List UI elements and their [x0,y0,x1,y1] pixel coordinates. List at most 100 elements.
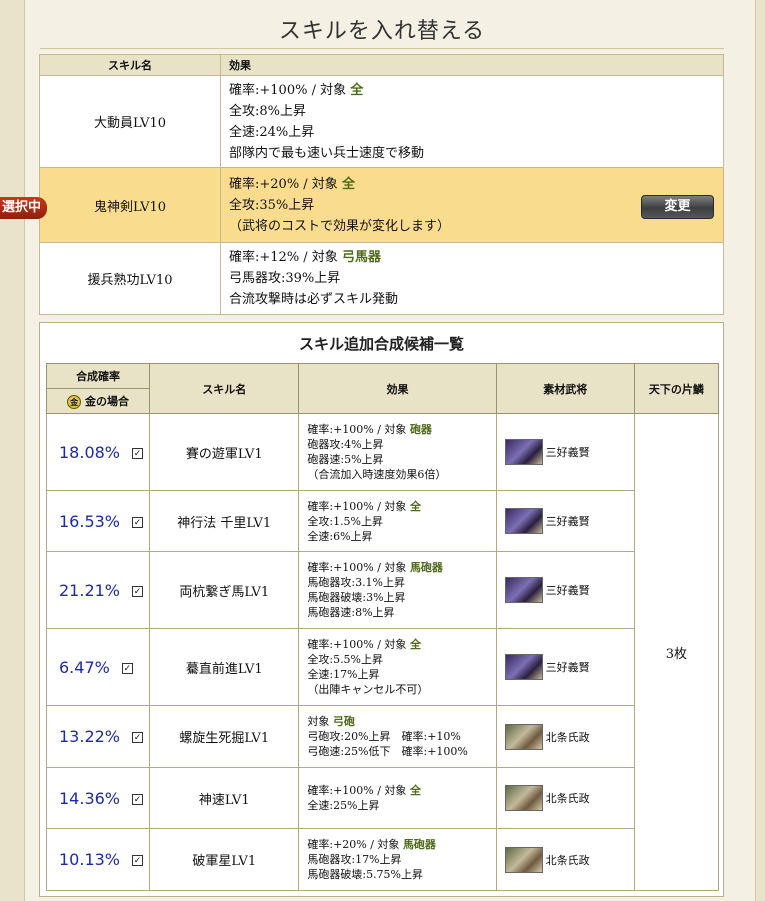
effect-line: （武将のコストで効果が変化します） [229,218,451,234]
checkbox[interactable]: ✓ [132,516,144,528]
general-portrait [504,846,543,873]
effect-prob: 確率:+100% / 対象 [307,784,407,797]
material-general[interactable]: 三好義賢 [495,628,635,706]
effect-line: 全速:17%上昇 [307,668,380,681]
effect-line: （合流加入時速度効果6倍） [307,468,447,481]
effect-line: 部隊内で最も速い兵士速度で移動 [229,145,425,161]
general-name: 北条氏政 [545,792,590,805]
effect-line: 全攻:1.5%上昇 [307,514,384,528]
candidates-panel: スキル追加合成候補一覧 合成確率 スキル名 効果 素材武将 天下の片鱗 金 金の… [39,322,724,897]
effect-line: 弓馬器攻:39%上昇 [229,271,341,286]
rate-value: 13.22% [59,727,121,746]
effect-line: 全速:25%上昇 [307,799,380,812]
general-portrait [504,577,543,603]
change-button[interactable]: 変更 [641,195,714,219]
candidates-header: 合成確率 スキル名 効果 素材武将 天下の片鱗 [45,363,720,414]
material-general[interactable]: 三好義賢 [495,490,635,552]
material-general[interactable]: 三好義賢 [495,551,635,629]
skill-effect: 確率:+100% / 対象 全 全攻:8%上昇 全速:24%上昇 部隊内で最も速… [220,75,724,168]
rate-value: 6.47% [59,657,110,677]
header-skill-name: スキル名 [149,363,300,414]
header-rate: 合成確率 [45,363,151,389]
effect-target: 砲器 [409,423,432,436]
effect-prob: 確率:+100% / 対象 [307,423,407,436]
effect-line: 砲器攻:4%上昇 [307,438,384,451]
gold-icon: 金 [67,395,82,409]
checkbox[interactable]: ✓ [132,732,144,743]
candidate-row[interactable]: 16.53% ✓ 神行法 千里LV1 確率:+100% / 対象 全 全攻:1.5… [45,490,719,552]
candidate-row[interactable]: 6.47% ✓ 驀直前進LV1 確率:+100% / 対象 全 全攻:5.5%上昇… [45,628,719,706]
header-gold-case: 金 金の場合 [45,388,151,414]
effect-line: 弓砲速:25%低下 確率:+100% [307,745,468,758]
rate-cell: 10.13% ✓ [45,828,151,891]
candidate-row[interactable]: 18.08% ✓ 賽の遊軍LV1 確率:+100% / 対象 砲器 砲器攻:4%上… [45,413,720,891]
general-name: 北条氏政 [545,853,590,867]
effect-target: 全 [409,638,421,651]
effect-line: 全攻:5.5%上昇 [307,653,384,666]
skill-row[interactable]: 大動員LV10 確率:+100% / 対象 全 全攻:8%上昇 全速:24%上昇… [39,75,724,168]
skill-row-selected[interactable]: 鬼神剣LV10 確率:+20% / 対象 全 全攻:35%上昇 （武将のコストで… [39,167,724,243]
effect-target: 全 [409,499,421,513]
skill-name: 大動員LV10 [39,75,221,168]
rate-value: 18.08% [59,442,121,462]
candidate-effect: 確率:+20% / 対象 馬砲器 馬砲器攻:17%上昇 馬砲器破壊:5.75%上… [298,828,497,891]
effect-target: 馬砲器 [409,561,443,574]
header-pieces: 天下の片鱗 [633,363,720,414]
general-name: 三好義賢 [545,584,590,597]
effect-prob: 対象 [307,715,330,728]
effect-line: 全速:6%上昇 [307,529,373,543]
effect-line: 砲器速:5%上昇 [307,453,384,466]
effect-target: 全 [409,784,421,797]
material-general[interactable]: 北条氏政 [495,705,635,768]
checkbox[interactable]: ✓ [132,793,144,805]
general-portrait [504,654,543,680]
general-name: 三好義賢 [545,661,590,674]
skill-row[interactable]: 援兵熟功LV10 確率:+12% / 対象 弓馬器 弓馬器攻:39%上昇 合流攻… [39,242,724,315]
candidate-effect: 対象 弓砲 弓砲攻:20%上昇 確率:+10% 弓砲速:25%低下 確率:+10… [298,705,497,768]
effect-target: 馬砲器 [402,838,436,851]
rate-value: 16.53% [59,511,121,531]
effect-target: 全 [350,82,364,98]
material-general[interactable]: 北条氏政 [495,767,635,829]
candidate-row[interactable]: 14.36% ✓ 神速LV1 確率:+100% / 対象 全 全速:25%上昇 北… [45,767,719,829]
checkbox[interactable]: ✓ [132,585,144,597]
effect-line: 馬砲器破壊:3%上昇 [307,591,406,604]
skill-name: 援兵熟功LV10 [39,242,221,315]
effect-line: 馬砲器攻:3.1%上昇 [307,576,406,589]
rate-value: 14.36% [59,788,121,808]
header-effect: 効果 [220,54,724,76]
candidate-row[interactable]: 10.13% ✓ 破軍星LV1 確率:+20% / 対象 馬砲器 馬砲器攻:17%… [45,828,719,891]
checkbox[interactable]: ✓ [132,855,144,866]
skill-name: 鬼神剣LV10 [39,167,221,243]
candidate-effect: 確率:+100% / 対象 全 全攻:5.5%上昇 全速:17%上昇 （出陣キャ… [298,628,497,706]
checkbox[interactable]: ✓ [132,447,144,459]
effect-line: 全速:24%上昇 [229,124,315,140]
material-general[interactable]: 三好義賢 [495,413,635,491]
candidate-effect: 確率:+100% / 対象 馬砲器 馬砲器攻:3.1%上昇 馬砲器破壊:3%上昇… [298,551,497,629]
candidate-skill-name: 驀直前進LV1 [149,628,300,706]
general-portrait [504,439,543,465]
gold-case-label: 金の場合 [84,395,129,408]
effect-line: 弓砲攻:20%上昇 確率:+10% [307,730,461,743]
candidate-row[interactable]: 21.21% ✓ 両杭繋ぎ馬LV1 確率:+100% / 対象 馬砲器 馬砲器攻:… [45,551,719,629]
effect-target: 全 [341,176,355,192]
material-general[interactable]: 北条氏政 [495,828,635,891]
effect-target: 弓馬器 [341,250,381,265]
candidate-effect: 確率:+100% / 対象 全 全速:25%上昇 [298,767,497,829]
candidate-effect: 確率:+100% / 対象 全 全攻:1.5%上昇 全速:6%上昇 [298,490,497,552]
effect-prob: 確率:+20% / 対象 [229,176,338,192]
candidates-table: 合成確率 スキル名 効果 素材武将 天下の片鱗 金 金の場合 18.08% ✓ 賽… [45,363,720,891]
rate-cell: 16.53% ✓ [45,490,151,552]
candidate-row[interactable]: 13.22% ✓ 螺旋生死掘LV1 対象 弓砲 弓砲攻:20%上昇 確率:+10%… [45,705,719,768]
candidate-effect: 確率:+100% / 対象 砲器 砲器攻:4%上昇 砲器速:5%上昇 （合流加入… [298,413,497,491]
rate-value: 21.21% [59,580,121,600]
effect-prob: 確率:+100% / 対象 [307,561,407,574]
title-divider [40,48,724,49]
checkbox[interactable]: ✓ [121,662,133,674]
rate-value: 10.13% [59,850,121,869]
candidate-skill-name: 破軍星LV1 [149,828,300,891]
candidate-skill-name: 神速LV1 [149,767,300,829]
rate-cell: 13.22% ✓ [45,705,151,768]
skill-effect: 確率:+12% / 対象 弓馬器 弓馬器攻:39%上昇 合流攻撃時は必ずスキル発… [220,242,724,315]
candidates-title: スキル追加合成候補一覧 [298,335,464,353]
